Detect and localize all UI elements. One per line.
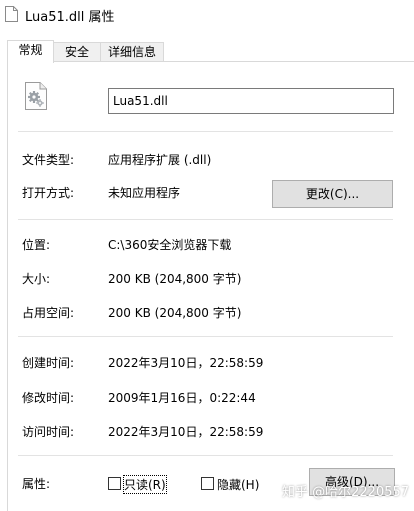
file-type-value: 应用程序扩展 (.dll) (108, 153, 212, 167)
modified-label: 修改时间: (22, 391, 75, 405)
modified-value: 2009年1月16日，0:22:44 (108, 391, 256, 405)
location-label: 位置: (22, 238, 51, 252)
opens-with-value: 未知应用程序 (108, 186, 181, 200)
tab-general[interactable]: 常规 (7, 40, 54, 63)
watermark-text: 知乎 @哈尔2220557 (282, 485, 410, 500)
readonly-checkbox[interactable] (108, 477, 121, 490)
attributes-label: 属性: (22, 477, 51, 491)
tab-security[interactable]: 安全 (53, 42, 101, 62)
size-on-disk-value: 200 KB (204,800 字节) (108, 306, 242, 320)
tab-details[interactable]: 详细信息 (100, 42, 164, 62)
readonly-label[interactable]: 只读(R) (123, 475, 167, 494)
file-type-label: 文件类型: (22, 153, 75, 167)
hidden-label[interactable]: 隐藏(H) (217, 476, 259, 493)
size-label: 大小: (22, 272, 51, 286)
accessed-label: 访问时间: (22, 425, 75, 439)
file-name-input[interactable] (108, 88, 394, 114)
title-bar: Lua51.dll 属性 (0, 0, 414, 30)
divider (18, 219, 393, 220)
tab-strip: 常规 安全 详细信息 (0, 40, 414, 63)
accessed-value: 2022年3月10日，22:58:59 (108, 425, 264, 439)
window-title: Lua51.dll 属性 (25, 10, 115, 25)
divider (18, 336, 393, 337)
size-value: 200 KB (204,800 字节) (108, 272, 242, 286)
created-label: 创建时间: (22, 356, 75, 370)
location-value: C:\360安全浏览器下载 (108, 238, 232, 252)
created-value: 2022年3月10日，22:58:59 (108, 356, 264, 370)
change-button[interactable]: 更改(C)... (272, 180, 393, 208)
dll-gear-file-icon (25, 82, 47, 110)
hidden-checkbox[interactable] (201, 477, 214, 490)
file-icon (5, 6, 18, 22)
size-on-disk-label: 占用空间: (22, 306, 75, 320)
opens-with-label: 打开方式: (22, 186, 75, 200)
divider (18, 131, 393, 132)
divider (18, 455, 393, 456)
